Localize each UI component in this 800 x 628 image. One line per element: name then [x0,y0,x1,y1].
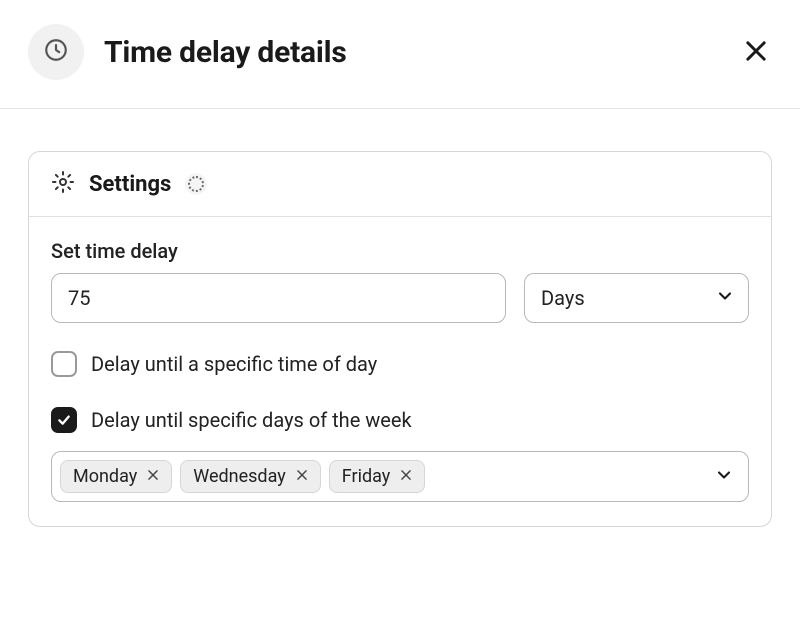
days-multiselect[interactable]: Monday Wednesday F [51,451,749,502]
time-of-day-row: Delay until a specific time of day [51,351,749,377]
day-tag-friday: Friday [329,460,426,493]
settings-card-header: Settings [29,152,771,217]
delay-input-row: Days [51,273,749,323]
day-tag-wednesday: Wednesday [180,460,321,493]
chevron-down-icon [714,465,734,489]
settings-card-body: Set time delay Days Delay until a spe [29,217,771,526]
delay-label: Set time delay [51,239,749,263]
close-icon [146,468,160,485]
days-of-week-checkbox[interactable] [51,407,77,433]
settings-card: Settings Set time delay Days [28,151,772,527]
delay-unit-select-wrap: Days [524,273,749,323]
day-tag-monday: Monday [60,460,172,493]
tag-label: Friday [342,466,391,487]
close-button[interactable] [740,36,772,68]
time-of-day-label: Delay until a specific time of day [91,352,377,376]
dialog-header: Time delay details [0,0,800,109]
remove-tag-button[interactable] [398,469,414,485]
clock-icon [43,37,69,67]
close-icon [295,468,309,485]
days-of-week-label: Delay until specific days of the week [91,408,412,432]
delay-value-input[interactable] [51,273,506,323]
tag-label: Monday [73,466,137,487]
clock-icon-wrap [28,24,84,80]
time-of-day-checkbox[interactable] [51,351,77,377]
days-of-week-row: Delay until specific days of the week [51,407,749,433]
dialog-title: Time delay details [104,35,720,70]
close-icon [742,37,770,68]
remove-tag-button[interactable] [294,469,310,485]
dialog-body: Settings Set time delay Days [0,109,800,569]
close-icon [399,468,413,485]
loading-spinner-icon [185,173,207,195]
remove-tag-button[interactable] [145,469,161,485]
delay-unit-select[interactable]: Days [524,273,749,323]
settings-title: Settings [89,172,171,197]
tag-label: Wednesday [193,466,286,487]
gear-icon [51,170,75,198]
